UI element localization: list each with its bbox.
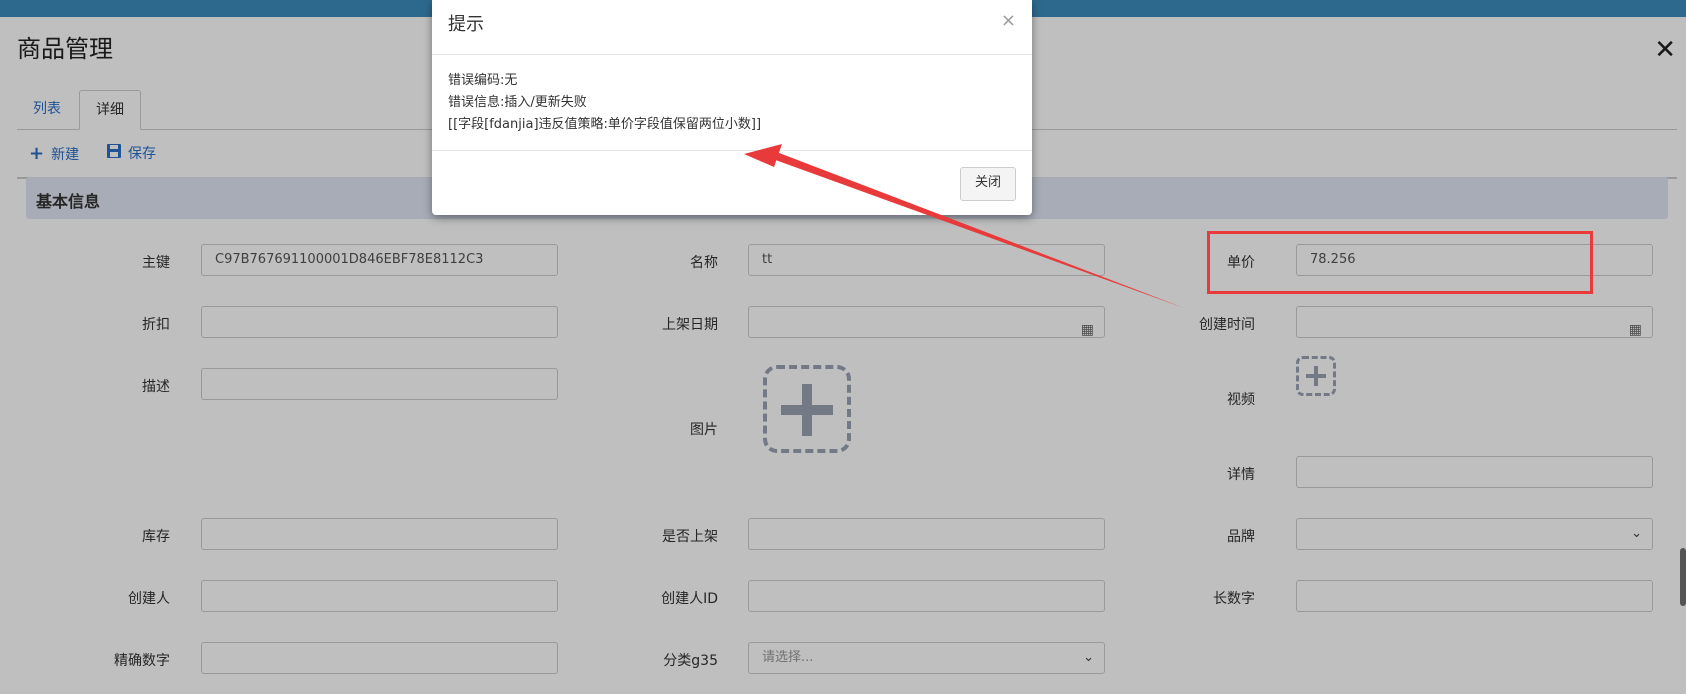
error-dialog: 提示 × 错误编码:无 错误信息:插入/更新失败 [[字段[fdanjia]违反… bbox=[432, 0, 1032, 215]
price-highlight-box bbox=[1207, 231, 1593, 294]
dialog-close-button[interactable]: 关闭 bbox=[960, 167, 1016, 201]
dialog-header: 提示 × bbox=[432, 0, 1032, 55]
dialog-footer: 关闭 bbox=[432, 150, 1032, 216]
dialog-close-icon[interactable]: × bbox=[1001, 10, 1016, 31]
dialog-body: 错误编码:无 错误信息:插入/更新失败 [[字段[fdanjia]违反值策略:单… bbox=[448, 70, 761, 136]
dialog-title: 提示 bbox=[448, 14, 484, 35]
scrollbar-thumb[interactable] bbox=[1680, 548, 1686, 606]
error-message-line: 错误信息:插入/更新失败 bbox=[448, 95, 587, 110]
error-code-line: 错误编码:无 bbox=[448, 73, 518, 88]
error-detail-line: [[字段[fdanjia]违反值策略:单价字段值保留两位小数]] bbox=[448, 117, 762, 132]
